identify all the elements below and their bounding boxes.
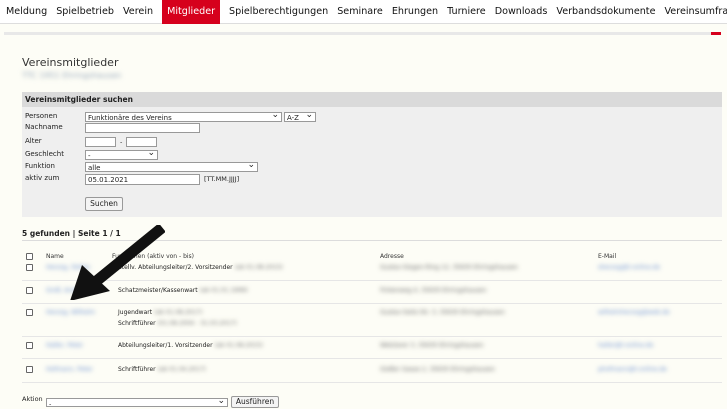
row-separator — [22, 358, 722, 359]
function-title: Jugendwart — [118, 309, 153, 316]
nav-turniere[interactable]: Turniere — [447, 0, 486, 24]
personen-select[interactable]: Funktionäre des Vereins — [85, 110, 282, 122]
member-address: Gustav-Seitz-Str. 3, 35630 Ehringshausen — [380, 309, 505, 316]
row-checkbox[interactable] — [26, 309, 33, 316]
aktiv-date-input[interactable]: 05.01.2021 — [85, 174, 200, 185]
row-checkbox[interactable] — [26, 264, 33, 271]
nav-verein[interactable]: Verein — [123, 0, 153, 24]
alter-from-input[interactable] — [85, 137, 116, 147]
nav-ehrungen[interactable]: Ehrungen — [392, 0, 438, 24]
function-title: Abteilungsleiter/1. Vorsitzender — [118, 342, 213, 349]
function-title: Schriftführer — [118, 320, 156, 327]
member-name-link[interactable]: Hofmann, Peter — [46, 366, 93, 373]
select-all-checkbox[interactable] — [26, 253, 33, 260]
row-separator — [22, 382, 722, 383]
member-email-link[interactable]: phofmann@t-online.de — [598, 366, 667, 373]
row-checkbox[interactable] — [26, 342, 33, 349]
action-select[interactable]: - — [46, 396, 228, 408]
aktiv-label: aktiv zum — [25, 174, 60, 182]
function-date: (ab 01.01.1999) — [199, 287, 248, 294]
header-bar — [4, 32, 721, 35]
personen-label: Personen — [25, 112, 58, 120]
funktion-label: Funktion — [25, 162, 55, 170]
nachname-input[interactable] — [85, 123, 200, 133]
member-address: Wetzlarer 3, 35630 Ehringshausen — [380, 342, 484, 349]
member-address: Gießer Gasse 2, 35630 Ehringshausen — [380, 366, 496, 373]
main-nav: Meldung Spielbetrieb Verein Mitglieder Spiel… — [0, 0, 727, 24]
club-name: TTC 1951 Ehringshausen — [22, 71, 122, 80]
function-entry: Jugendwart (ab 01.08.2017) — [118, 309, 202, 316]
function-date: (01.08.2004 - 31.03.2017) — [157, 320, 237, 327]
function-entry: Schriftführer (ab 01.04.2017) — [118, 366, 206, 373]
row-separator — [22, 303, 722, 304]
alter-to-input[interactable] — [126, 137, 157, 147]
member-address: Gustav-Siegen-Ring 12, 35630 Ehringshaus… — [380, 264, 518, 271]
ausfuehren-button[interactable]: Ausführen — [231, 396, 279, 408]
sort-select[interactable]: A-Z — [284, 110, 316, 122]
suchen-button[interactable]: Suchen — [85, 197, 123, 211]
action-label: Aktion — [22, 395, 43, 403]
row-separator — [22, 336, 722, 337]
function-date: (ab 01.04.2017) — [157, 366, 206, 373]
function-title: Schriftführer — [118, 366, 156, 373]
function-date: (ab 01.08.2017) — [154, 309, 203, 316]
nav-verbandsdokumente[interactable]: Verbandsdokumente — [556, 0, 655, 24]
alter-separator: - — [120, 138, 123, 146]
nachname-label: Nachname — [25, 123, 63, 131]
nav-meldung[interactable]: Meldung — [6, 0, 47, 24]
member-email-link[interactable]: wilhelmherzog@web.de — [598, 309, 670, 316]
nav-mitglieder[interactable]: Mitglieder — [162, 0, 221, 24]
row-checkbox[interactable] — [26, 366, 33, 373]
nav-vereinsumfragen[interactable]: Vereinsumfragen — [664, 0, 727, 24]
action-row: Aktion — [22, 395, 43, 403]
nav-seminare[interactable]: Seminare — [337, 0, 383, 24]
funktion-select[interactable]: alle — [85, 160, 258, 172]
nav-downloads[interactable]: Downloads — [495, 0, 548, 24]
col-name: Name — [46, 253, 64, 260]
function-entry: Abteilungsleiter/1. Vorsitzender (ab 01.… — [118, 342, 263, 349]
function-date: (ab 01.08.2015) — [214, 342, 263, 349]
nav-spielbetrieb[interactable]: Spielbetrieb — [56, 0, 114, 24]
pointer-arrow-icon — [70, 225, 165, 300]
member-address: Finkenweg 4, 35630 Ehringshausen — [380, 287, 487, 294]
search-panel: Vereinsmitglieder suchen Personen Funkti… — [22, 92, 722, 217]
geschlecht-select[interactable]: - — [85, 148, 158, 160]
row-checkbox[interactable] — [26, 287, 33, 294]
geschlecht-label: Geschlecht — [25, 150, 64, 158]
search-heading: Vereinsmitglieder suchen — [22, 92, 722, 107]
member-name-link[interactable]: Herzog, Wilhelm — [46, 309, 95, 316]
col-email: E-Mail — [598, 253, 617, 260]
nav-spielberechtigungen[interactable]: Spielberechtigungen — [229, 0, 328, 24]
member-email-link[interactable]: sherzog@t-online.de — [598, 264, 660, 271]
page-title: Vereinsmitglieder — [22, 56, 119, 69]
date-format-hint: [TT.MM.JJJJ] — [204, 175, 240, 183]
alter-label: Alter — [25, 137, 42, 145]
col-adresse: Adresse — [380, 253, 404, 260]
function-date: (ab 01.08.2015) — [234, 264, 283, 271]
function-entry: Schriftführer (01.08.2004 - 31.03.2017) — [118, 320, 237, 327]
member-email-link[interactable]: haller@t-online.de — [598, 342, 653, 349]
member-name-link[interactable]: Haller, Peter — [46, 342, 83, 349]
